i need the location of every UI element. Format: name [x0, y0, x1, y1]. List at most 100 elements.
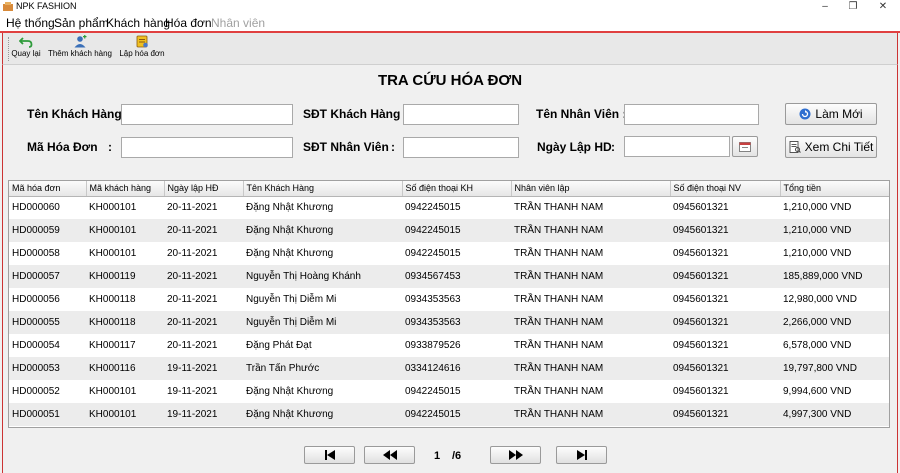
table-cell: TRẦN THANH NAM [511, 288, 670, 311]
invoice-icon [136, 35, 148, 48]
minimize-button[interactable]: – [810, 0, 840, 14]
menu-khach-hang[interactable]: Khách hàng [106, 16, 170, 30]
table-cell: TRẦN THANH NAM [511, 334, 670, 357]
menu-bar: Hệ thống Sản phẩm Khách hàng Hóa đơn Nhâ… [0, 14, 900, 33]
employee-phone-input[interactable] [403, 137, 519, 158]
column-header[interactable]: Tên Khách Hàng [243, 181, 403, 197]
add-customer-button[interactable]: Thêm khách hàng [46, 35, 114, 63]
table-row[interactable]: HD000054 KH000117 20-11-2021 Đặng Phát Đạt 0… [9, 334, 889, 357]
column-header[interactable]: Số điện thoại KH [402, 181, 512, 197]
refresh-button[interactable]: Làm Mới [785, 103, 877, 125]
first-page-button[interactable] [304, 446, 355, 464]
table-cell: TRẦN THANH NAM [511, 265, 670, 288]
table-cell: 0945601321 [670, 265, 780, 288]
table-row[interactable]: HD000059 KH000101 20-11-2021 Đặng Nhật Khươ… [9, 219, 889, 242]
refresh-button-label: Làm Mới [815, 107, 863, 121]
last-page-button[interactable] [556, 446, 607, 464]
back-button[interactable]: Quay lại [10, 35, 42, 63]
table-cell: HD000053 [9, 357, 86, 380]
column-header[interactable]: Số điện thoại NV [670, 181, 781, 197]
column-header[interactable]: Ngày lập HĐ [164, 181, 244, 197]
table-cell: KH000101 [86, 403, 164, 426]
table-row[interactable]: HD000055 KH000118 20-11-2021 Nguyễn Thị Diễ… [9, 311, 889, 334]
table-cell: 2,266,000 VND [780, 311, 889, 334]
table-cell: 0945601321 [670, 357, 780, 380]
table-cell: TRẦN THANH NAM [511, 311, 670, 334]
table-cell: KH000101 [86, 219, 164, 242]
table-cell: 0934353563 [402, 288, 511, 311]
table-cell: TRẦN THANH NAM [511, 219, 670, 242]
table-cell: 0945601321 [670, 403, 780, 426]
table-cell: 0945601321 [670, 334, 780, 357]
table-row[interactable]: HD000053 KH000116 19-11-2021 Trần Tấn Phước… [9, 357, 889, 380]
close-button[interactable]: ✕ [868, 0, 898, 14]
column-header[interactable]: Tổng tiền [780, 181, 889, 197]
table-cell: HD000059 [9, 219, 86, 242]
create-invoice-button[interactable]: Lập hóa đơn [117, 35, 167, 63]
table-cell: HD000051 [9, 403, 86, 426]
table-cell: 4,997,300 VND [780, 403, 889, 426]
view-detail-button-label: Xem Chi Tiết [804, 140, 874, 154]
table-cell: 6,578,000 VND [780, 334, 889, 357]
table-cell: HD000055 [9, 311, 86, 334]
table-cell: Đặng Nhật Khương [243, 242, 402, 265]
employee-name-label: Tên Nhân Viên : [536, 107, 627, 121]
table-cell: 0933879526 [402, 334, 511, 357]
employee-phone-colon: : [391, 140, 395, 154]
table-cell: HD000057 [9, 265, 86, 288]
table-cell: KH000101 [86, 380, 164, 403]
table-row[interactable]: HD000058 KH000101 20-11-2021 Đặng Nhật Khươ… [9, 242, 889, 265]
menu-hoa-don[interactable]: Hóa đơn [165, 16, 212, 30]
total-pages: /6 [452, 450, 462, 462]
table-cell: KH000119 [86, 265, 164, 288]
table-cell: 0945601321 [670, 196, 780, 219]
menu-san-pham[interactable]: Sản phẩm [54, 16, 109, 30]
menu-nhan-vien[interactable]: Nhân viên [211, 16, 265, 30]
table-cell: 12,980,000 VND [780, 288, 889, 311]
table-cell: Nguyễn Thị Hoàng Khánh [243, 265, 402, 288]
back-button-label: Quay lại [11, 49, 41, 58]
invoice-id-input[interactable] [121, 137, 293, 158]
invoice-date-input[interactable] [624, 136, 730, 157]
table-cell: 0945601321 [670, 380, 780, 403]
table-cell: HD000058 [9, 242, 86, 265]
invoice-id-label: Mã Hóa Đơn [27, 140, 98, 154]
table-header-row: Mã hóa đơn Mã khách hàng Ngày lập HĐ Tên… [9, 181, 889, 197]
table-cell: 1,210,000 VND [780, 196, 889, 219]
table-cell: 20-11-2021 [164, 288, 243, 311]
maximize-button[interactable]: ❐ [838, 0, 868, 14]
table-row[interactable]: HD000052 KH000101 19-11-2021 Đặng Nhật Khươ… [9, 380, 889, 403]
table-row[interactable]: HD000051 KH000101 19-11-2021 Đặng Nhật Khươ… [9, 403, 889, 426]
date-picker-button[interactable] [732, 136, 758, 157]
table-cell: 0942245015 [402, 219, 511, 242]
column-header[interactable]: Mã hóa đơn [9, 181, 87, 197]
customer-name-input[interactable] [121, 104, 293, 125]
app-logo-icon [3, 2, 13, 11]
view-detail-button[interactable]: Xem Chi Tiết [785, 136, 877, 158]
add-user-icon [74, 35, 87, 48]
invoice-id-colon: : [108, 140, 112, 154]
invoice-date-colon: : [611, 140, 615, 154]
column-header[interactable]: Mã khách hàng [86, 181, 165, 197]
table-cell: Đặng Nhật Khương [243, 403, 402, 426]
next-page-button[interactable] [490, 446, 541, 464]
table-cell: 19,797,800 VND [780, 357, 889, 380]
previous-page-button[interactable] [364, 446, 415, 464]
customer-phone-input[interactable] [403, 104, 519, 125]
refresh-icon [799, 108, 811, 120]
table-row[interactable]: HD000056 KH000118 20-11-2021 Nguyễn Thị Diễ… [9, 288, 889, 311]
table-cell: TRẦN THANH NAM [511, 357, 670, 380]
invoice-table[interactable]: Mã hóa đơn Mã khách hàng Ngày lập HĐ Tên… [8, 180, 890, 428]
table-cell: TRẦN THANH NAM [511, 242, 670, 265]
table-cell: KH000118 [86, 288, 164, 311]
table-row[interactable]: HD000057 KH000119 20-11-2021 Nguyễn Thị Hoà… [9, 265, 889, 288]
column-header[interactable]: Nhân viên lập [511, 181, 671, 197]
employee-name-input[interactable] [624, 104, 759, 125]
table-cell: 20-11-2021 [164, 196, 243, 219]
toolbar: Quay lại Thêm khách hàng Lập hóa đơn [2, 33, 898, 65]
table-row[interactable]: HD000060 KH000101 20-11-2021 Đặng Nhật Khươ… [9, 196, 889, 219]
menu-he-thong[interactable]: Hệ thống [6, 16, 55, 30]
table-cell: 0945601321 [670, 219, 780, 242]
table-cell: 20-11-2021 [164, 311, 243, 334]
current-page: 1 [434, 450, 441, 462]
